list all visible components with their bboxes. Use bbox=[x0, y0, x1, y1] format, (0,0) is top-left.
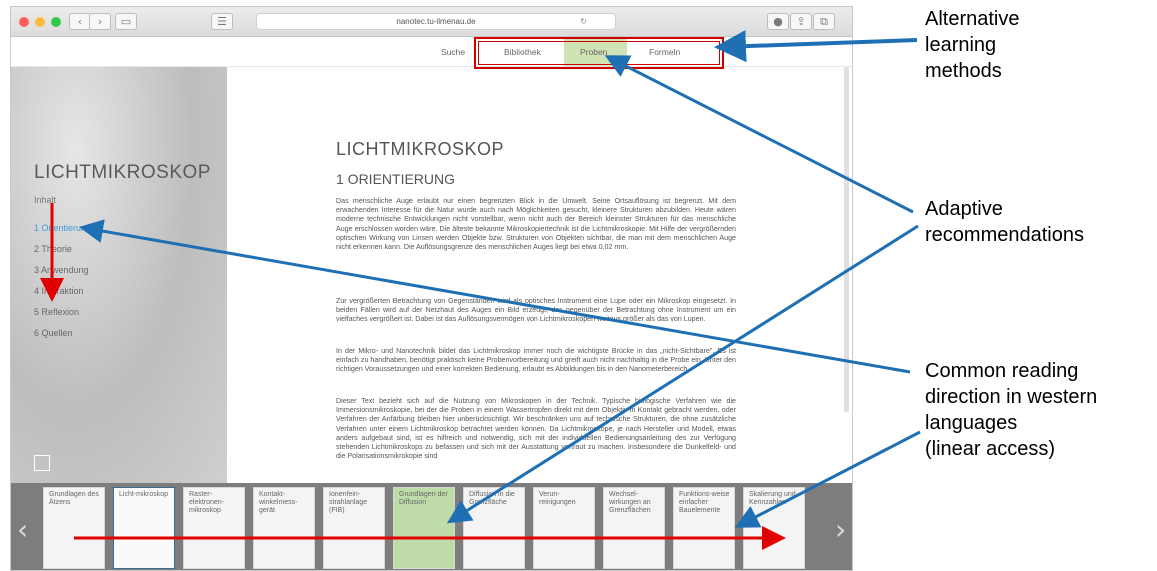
section-heading: 1 ORIENTIERUNG bbox=[336, 171, 456, 187]
annotation-alternative-learning: Alternative learning methods bbox=[925, 6, 1020, 84]
carousel-prev-icon[interactable]: ‹ bbox=[17, 513, 28, 546]
sidebar-toggle-icon[interactable]: ▭ bbox=[115, 13, 137, 30]
share-privacy-icon[interactable]: ☰ bbox=[211, 13, 233, 30]
address-bar[interactable]: nanotec.tu-ilmenau.de ↻ bbox=[256, 13, 616, 30]
annotation-line: learning bbox=[925, 34, 997, 56]
carousel-card-label: Verun-reinigungen bbox=[539, 491, 576, 506]
carousel-card[interactable]: Wechsel-wirkungen an Grenzflächen bbox=[603, 487, 665, 569]
annotation-line: languages bbox=[925, 412, 1018, 434]
carousel-card-label: Grundlagen der Diffusion bbox=[399, 491, 448, 506]
toc-item-quellen[interactable]: 6 Quellen bbox=[34, 328, 73, 338]
carousel-card[interactable]: Diffusion in die Grenzfläche bbox=[463, 487, 525, 569]
annotation-line: recommendations bbox=[925, 224, 1084, 246]
toc-item-interaktion[interactable]: 4 Interaktion bbox=[34, 286, 84, 296]
paragraph: Dieser Text bezieht sich auf die Nutzung… bbox=[336, 397, 736, 461]
paragraph: Das menschliche Auge erlaubt nur einen b… bbox=[336, 197, 736, 252]
carousel-card[interactable]: Grundlagen der Diffusion bbox=[393, 487, 455, 569]
carousel-card[interactable]: Raster-elektronen-mikroskop bbox=[183, 487, 245, 569]
toc-item-orientierung[interactable]: 1 Orientierung bbox=[34, 223, 91, 233]
carousel-card-label: Wechsel-wirkungen an Grenzflächen bbox=[609, 491, 651, 514]
carousel-card-label: Funktions-weise einfacher Bauelemente bbox=[679, 491, 730, 514]
annotation-line: Alternative bbox=[925, 8, 1020, 30]
carousel-card[interactable]: Grundlagen des Ätzens bbox=[43, 487, 105, 569]
reload-icon[interactable]: ↻ bbox=[580, 14, 587, 29]
close-window-icon[interactable] bbox=[19, 17, 29, 27]
annotation-line: Common reading bbox=[925, 360, 1079, 382]
carousel-card-label: Grundlagen des Ätzens bbox=[49, 491, 99, 506]
carousel-card-label: Raster-elektronen-mikroskop bbox=[189, 491, 225, 514]
article-title: LICHTMIKROSKOP bbox=[336, 139, 505, 159]
toc-heading: Inhalt bbox=[34, 195, 57, 205]
annotation-line: direction in western bbox=[925, 386, 1098, 408]
toc-item-reflexion[interactable]: 5 Reflexion bbox=[34, 307, 79, 317]
sidebar-title: LICHTMIKROSKOP bbox=[34, 162, 211, 183]
carousel-card[interactable]: Verun-reinigungen bbox=[533, 487, 595, 569]
window-controls bbox=[19, 17, 61, 27]
toc-item-anwendung[interactable]: 3 Anwendung bbox=[34, 265, 89, 275]
tabs-icon[interactable]: ⧉ bbox=[813, 13, 835, 30]
minimize-window-icon[interactable] bbox=[35, 17, 45, 27]
paragraph: In der Mikro- und Nanotechnik bildet das… bbox=[336, 347, 736, 374]
back-icon[interactable]: ‹ bbox=[69, 13, 91, 30]
zoom-window-icon[interactable] bbox=[51, 17, 61, 27]
paragraph: Zur vergrößerten Betrachtung von Gegenst… bbox=[336, 297, 736, 324]
download-icon[interactable]: ● bbox=[767, 13, 789, 30]
site-navigation: Suche Bibliothek Proben Formeln bbox=[11, 37, 852, 67]
share-icon[interactable]: ⇪ bbox=[790, 13, 812, 30]
article-content: LICHTMIKROSKOP 1 ORIENTIERUNG Das mensch… bbox=[336, 67, 741, 484]
carousel-card-label: Licht-mikroskop bbox=[119, 491, 169, 498]
annotation-line: (linear access) bbox=[925, 438, 1056, 460]
annotation-line: methods bbox=[925, 60, 1002, 82]
annotation-reading-direction: Common reading direction in western lang… bbox=[925, 358, 1097, 462]
annotation-adaptive: Adaptive recommendations bbox=[925, 196, 1084, 248]
fullscreen-icon[interactable] bbox=[34, 455, 50, 471]
scrollbar[interactable] bbox=[844, 67, 849, 412]
carousel-card-label: Skalierung und Kennzahlen bbox=[749, 491, 796, 506]
carousel-card[interactable]: Kontakt-winkelmess-gerät bbox=[253, 487, 315, 569]
toc-item-theorie[interactable]: 2 Theorie bbox=[34, 244, 72, 254]
browser-window: ‹ › ▭ ☰ nanotec.tu-ilmenau.de ↻ ● ⇪ ⧉ Su… bbox=[10, 6, 853, 571]
carousel-card-label: Diffusion in die Grenzfläche bbox=[469, 491, 515, 506]
module-carousel: ‹ › Grundlagen des Ätzens Licht-mikroskop… bbox=[11, 483, 852, 570]
carousel-card-label: Ionenfein-strahlanlage (FIB) bbox=[329, 491, 368, 514]
carousel-card[interactable]: Skalierung und Kennzahlen bbox=[743, 487, 805, 569]
carousel-card[interactable]: Funktions-weise einfacher Bauelemente bbox=[673, 487, 735, 569]
annotation-line: Adaptive bbox=[925, 198, 1003, 220]
sidebar: LICHTMIKROSKOP Inhalt 1 Orientierung 2 T… bbox=[11, 67, 227, 484]
browser-toolbar: ‹ › ▭ ☰ nanotec.tu-ilmenau.de ↻ ● ⇪ ⧉ bbox=[11, 7, 852, 37]
forward-icon[interactable]: › bbox=[89, 13, 111, 30]
carousel-next-icon[interactable]: › bbox=[835, 513, 846, 546]
url-text: nanotec.tu-ilmenau.de bbox=[396, 17, 476, 26]
carousel-card[interactable]: Ionenfein-strahlanlage (FIB) bbox=[323, 487, 385, 569]
carousel-card-label: Kontakt-winkelmess-gerät bbox=[259, 491, 298, 514]
highlight-box-nav-inner bbox=[478, 41, 720, 65]
carousel-card[interactable]: Licht-mikroskop bbox=[113, 487, 175, 569]
nav-suche[interactable]: Suche bbox=[441, 47, 465, 57]
